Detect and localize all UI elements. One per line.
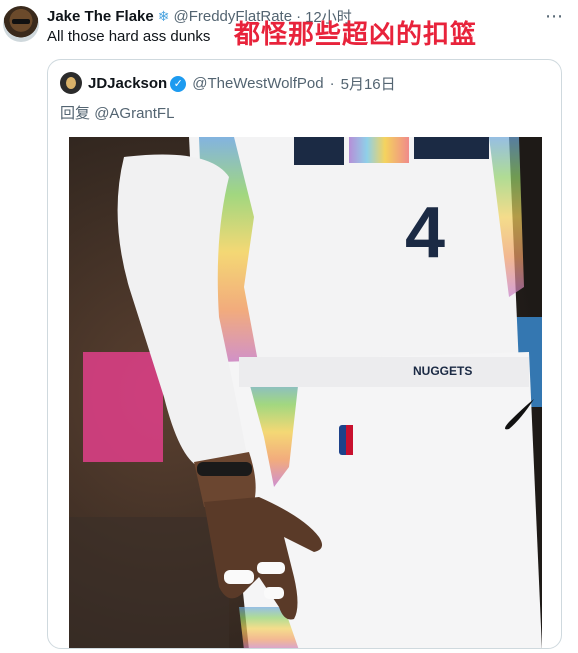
jersey-lettering-2 [349,137,409,163]
author-avatar[interactable] [3,6,39,42]
background-crowd [69,517,229,648]
overlay-caption: 都怪那些超凶的扣篮 [234,19,478,49]
nba-logo-red [346,425,353,455]
quoted-tweet-card[interactable]: JDJackson ✓ @TheWestWolfPod · 5月16日 回复 @… [47,59,562,649]
separator-dot: · [329,75,335,92]
quoted-tweet-photo[interactable]: 4 NUGGETS [69,137,542,648]
avatar-sunglasses [12,19,30,24]
background-pink-light [83,352,163,462]
jersey-number: 4 [405,193,445,273]
snowflake-icon: ❄ [157,7,170,24]
finger-tape-3 [264,587,284,599]
quoted-tweet-header: JDJackson ✓ @TheWestWolfPod · 5月16日 [88,73,396,94]
quoted-author-handle[interactable]: @TheWestWolfPod [192,75,323,92]
verified-badge-icon: ✓ [170,75,187,92]
reply-to-handle[interactable]: @AGrantFL [94,105,174,122]
quoted-author-name[interactable]: JDJackson [88,75,167,92]
tweet-text: All those hard ass dunks [47,28,211,45]
reply-context: 回复 @AGrantFL [60,102,174,123]
quoted-author-avatar[interactable] [60,72,82,94]
jersey-lettering-3 [414,137,489,159]
reply-prefix: 回复 [60,105,91,122]
wristband [197,462,252,476]
more-options-icon[interactable]: ⋯ [544,6,564,26]
finger-tape-1 [224,570,254,584]
waistband-text: NUGGETS [413,364,472,378]
quoted-tweet-date[interactable]: 5月16日 [341,73,396,94]
jersey-lettering-1 [294,137,344,165]
finger-tape-2 [257,562,285,574]
waistband [239,357,529,387]
author-name[interactable]: Jake The Flake [47,8,154,25]
